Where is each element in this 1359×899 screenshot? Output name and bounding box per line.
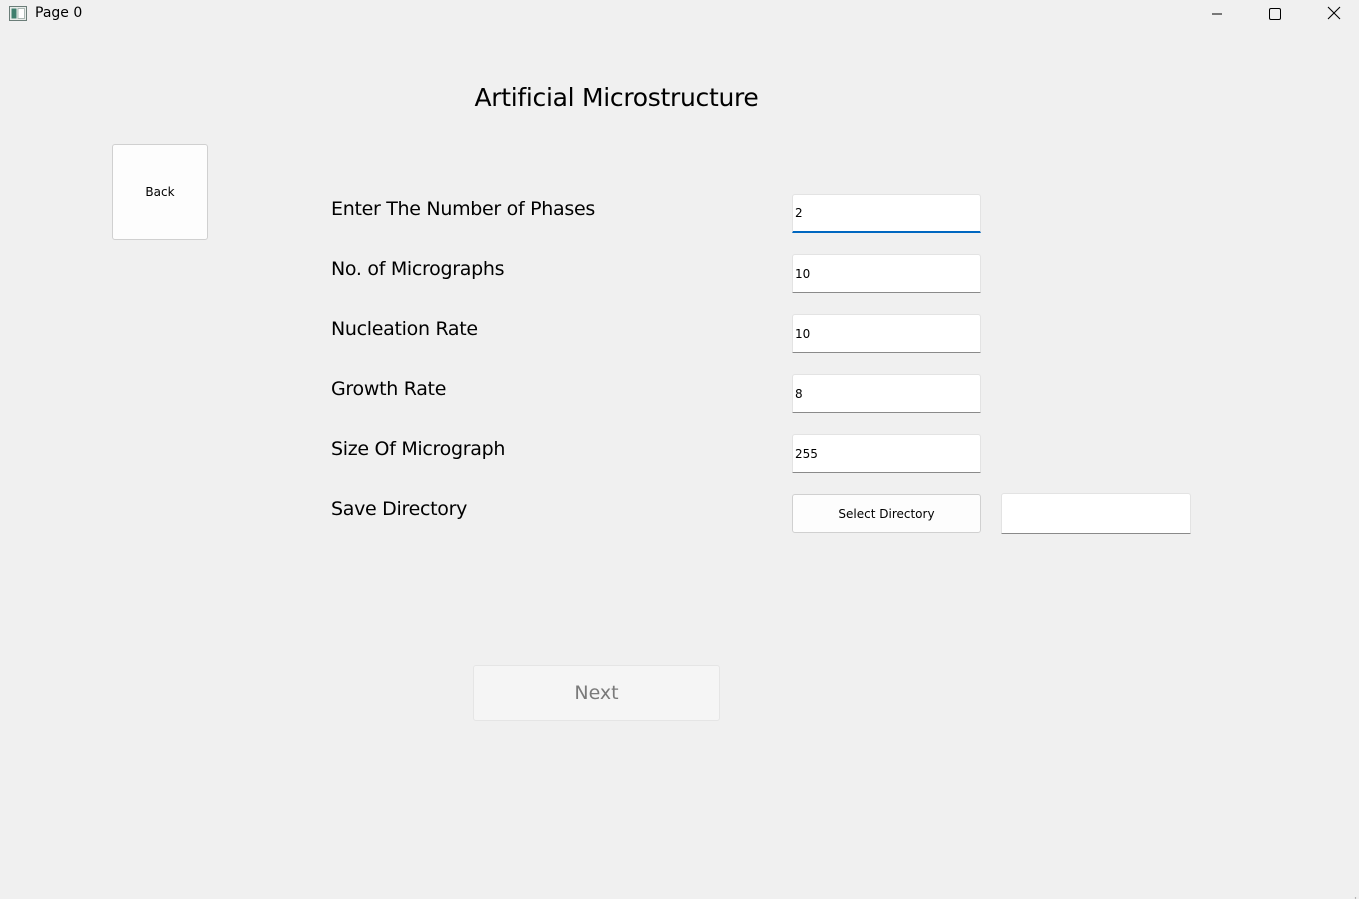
- micrographs-input[interactable]: [792, 254, 981, 293]
- back-button[interactable]: Back: [112, 144, 208, 240]
- window-title: Page 0: [35, 5, 83, 21]
- minimize-button[interactable]: [1188, 0, 1246, 28]
- title-bar: Page 0: [0, 0, 1359, 32]
- next-button[interactable]: Next: [473, 665, 720, 721]
- growth-rate-input[interactable]: [792, 374, 981, 413]
- phases-input[interactable]: [792, 194, 981, 233]
- save-directory-label: Save Directory: [331, 498, 468, 520]
- micrographs-label: No. of Micrographs: [331, 258, 505, 280]
- resize-grip-icon[interactable]: [1349, 889, 1357, 899]
- app-window-icon: [9, 6, 27, 21]
- page-title: Artificial Microstructure: [474, 83, 759, 112]
- minimize-icon: [1211, 5, 1223, 24]
- app-window: Page 0 Artificial Microstructure Back En…: [0, 0, 1359, 899]
- directory-path-input[interactable]: [1001, 493, 1191, 534]
- phases-label: Enter The Number of Phases: [331, 198, 595, 220]
- micrograph-size-input[interactable]: [792, 434, 981, 473]
- nucleation-rate-input[interactable]: [792, 314, 981, 353]
- select-directory-button[interactable]: Select Directory: [792, 494, 981, 533]
- close-button[interactable]: [1305, 0, 1359, 28]
- growth-rate-label: Growth Rate: [331, 378, 447, 400]
- close-icon: [1327, 5, 1341, 24]
- maximize-button[interactable]: [1246, 0, 1304, 28]
- micrograph-size-label: Size Of Micrograph: [331, 438, 506, 460]
- nucleation-rate-label: Nucleation Rate: [331, 318, 478, 340]
- maximize-icon: [1269, 5, 1281, 24]
